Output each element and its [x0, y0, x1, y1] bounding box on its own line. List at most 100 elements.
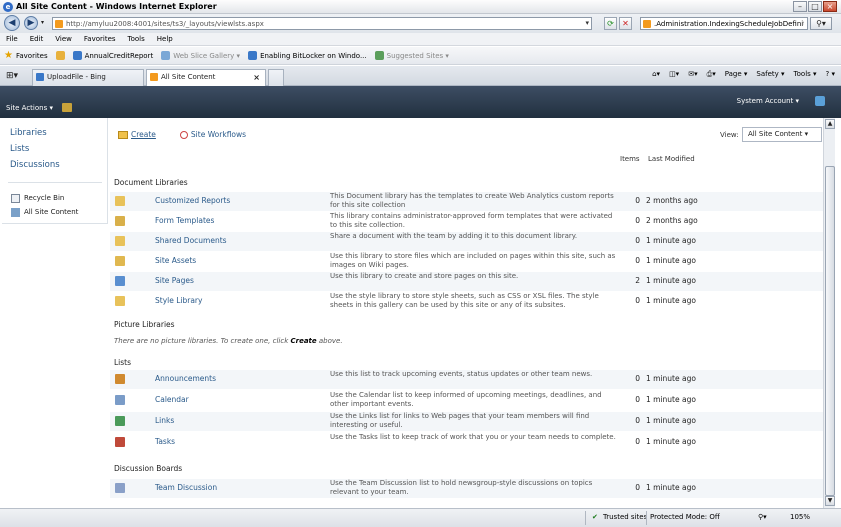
table-row[interactable]: Links Use the Links list for links to Web… [110, 412, 823, 431]
scroll-up-icon[interactable]: ▲ [825, 119, 835, 129]
refresh-icon[interactable]: ⟳ [604, 17, 617, 30]
mail-icon[interactable]: ✉▾ [688, 70, 697, 79]
section-lists: Lists [114, 358, 132, 367]
row-title-link[interactable]: Form Templates [155, 216, 214, 225]
feeds-icon[interactable]: ◫▾ [669, 70, 679, 79]
account-menu[interactable]: System Account ▾ [737, 97, 799, 105]
table-row[interactable]: Customized Reports This Document library … [110, 192, 823, 211]
safety-menu[interactable]: Safety ▾ [756, 70, 784, 79]
zoom-icon[interactable]: ⚲▾ [758, 513, 767, 521]
list-type-icon [115, 416, 125, 426]
nav-lists[interactable]: Lists [10, 144, 29, 154]
table-row[interactable]: Tasks Use the Tasks list to keep track of… [110, 433, 823, 452]
row-title-link[interactable]: Tasks [155, 437, 175, 446]
address-dropdown-icon[interactable]: ▾ [585, 19, 589, 27]
search-box[interactable]: .Administration.IndexingScheduleJobDefin… [640, 17, 808, 30]
zone-status[interactable]: Trusted sites [603, 513, 647, 521]
table-row[interactable]: Team Discussion Use the Team Discussion l… [110, 479, 823, 498]
table-row[interactable]: Site Assets Use this library to store fil… [110, 252, 823, 271]
favorite-item-1[interactable]: Web Slice Gallery ▾ [161, 51, 240, 60]
row-item-count: 0 [635, 437, 640, 446]
menu-view[interactable]: View [55, 35, 72, 43]
list-type-icon [115, 276, 125, 286]
row-title-link[interactable]: Announcements [155, 374, 216, 383]
table-row[interactable]: Site Pages Use this library to create and… [110, 272, 823, 291]
favorites-button[interactable]: ★ Favorites [4, 50, 48, 61]
column-last-modified[interactable]: Last Modified [648, 155, 695, 163]
table-row[interactable]: Form Templates This library contains admi… [110, 212, 823, 231]
tools-menu[interactable]: Tools ▾ [794, 70, 817, 79]
nav-discussions[interactable]: Discussions [10, 160, 60, 170]
menu-help[interactable]: Help [157, 35, 173, 43]
menu-favorites[interactable]: Favorites [84, 35, 116, 43]
view-selector[interactable]: All Site Content ▾ [742, 127, 822, 142]
favorites-label: Favorites [15, 51, 48, 60]
favorite-item-2[interactable]: Enabling BitLocker on Windo... [248, 51, 367, 60]
scroll-down-icon[interactable]: ▼ [825, 496, 835, 506]
row-item-count: 0 [635, 416, 640, 425]
forward-button[interactable]: ▶ [24, 16, 38, 30]
row-title-link[interactable]: Customized Reports [155, 196, 230, 205]
menu-edit[interactable]: Edit [30, 35, 44, 43]
menu-tools[interactable]: Tools [128, 35, 145, 43]
home-icon[interactable]: ⌂▾ [652, 70, 660, 79]
page-menu[interactable]: Page ▾ [725, 70, 748, 79]
tab-all-site-content[interactable]: All Site Content × [146, 69, 266, 86]
row-title-link[interactable]: Calendar [155, 395, 189, 404]
quick-tabs-icon[interactable]: ⊞▾ [6, 71, 18, 81]
help-menu[interactable]: ? ▾ [826, 70, 835, 79]
row-item-count: 0 [635, 395, 640, 404]
minimize-button[interactable]: – [793, 1, 807, 12]
quick-launch: Libraries Lists Discussions Recycle Bin … [2, 118, 108, 224]
row-title-link[interactable]: Site Pages [155, 276, 194, 285]
search-input[interactable]: .Administration.IndexingScheduleJobDefin… [654, 20, 804, 28]
row-description: Use the style library to store style she… [330, 292, 599, 309]
new-tab-button[interactable] [268, 69, 284, 86]
row-title-link[interactable]: Team Discussion [155, 483, 217, 492]
menu-file[interactable]: File [6, 35, 18, 43]
nav-recycle-bin[interactable]: Recycle Bin [24, 194, 64, 202]
favorite-item-3[interactable]: Suggested Sites ▾ [374, 51, 449, 60]
site-actions-menu[interactable]: Site Actions ▾ [6, 104, 53, 112]
favorite-item-label: Web Slice Gallery ▾ [173, 51, 241, 60]
address-url[interactable]: http://amyluu2008:4001/sites/ts3/_layout… [66, 20, 264, 28]
table-row[interactable]: Shared Documents Share a document with th… [110, 232, 823, 251]
stop-icon[interactable]: ✕ [619, 17, 632, 30]
row-last-modified: 2 months ago [646, 196, 698, 205]
history-dropdown-icon[interactable]: ▾ [41, 19, 44, 26]
column-items[interactable]: Items [620, 155, 640, 163]
protected-mode-status[interactable]: Protected Mode: Off [650, 513, 720, 521]
command-bar: ⌂▾ ◫▾ ✉▾ ⎙▾ Page ▾ Safety ▾ Tools ▾ ? ▾ [652, 70, 835, 79]
search-go-button[interactable]: ⚲▾ [810, 17, 832, 30]
create-inline-link[interactable]: Create [291, 337, 317, 345]
close-window-button[interactable]: × [823, 1, 837, 12]
table-row[interactable]: Style Library Use the style library to st… [110, 292, 823, 311]
back-button[interactable]: ◀ [4, 15, 20, 31]
list-type-icon [115, 483, 125, 493]
row-title-link[interactable]: Links [155, 416, 174, 425]
address-bar[interactable]: http://amyluu2008:4001/sites/ts3/_layout… [52, 17, 592, 30]
nav-all-site-content[interactable]: All Site Content [24, 208, 78, 216]
favorite-item-0[interactable]: AnnualCreditReport [72, 51, 153, 60]
zoom-level[interactable]: 105% [790, 513, 810, 521]
favorites-bar: ★ Favorites AnnualCreditReport Web Slice… [0, 47, 841, 65]
row-title-link[interactable]: Style Library [155, 296, 202, 305]
navigate-up-icon[interactable] [62, 103, 72, 112]
vertical-scrollbar[interactable]: ▲ ▼ [823, 118, 835, 508]
workflow-icon [179, 131, 188, 139]
table-row[interactable]: Announcements Use this list to track upco… [110, 370, 823, 389]
site-workflows-link[interactable]: Site Workflows [179, 130, 246, 139]
tab-uploadfile[interactable]: UploadFile - Bing [32, 69, 144, 86]
scroll-thumb[interactable] [825, 166, 835, 496]
table-row[interactable]: Calendar Use the Calendar list to keep in… [110, 391, 823, 410]
create-link[interactable]: Create [118, 130, 156, 139]
account-icon[interactable] [815, 96, 825, 106]
print-icon[interactable]: ⎙▾ [707, 70, 716, 79]
nav-libraries[interactable]: Libraries [10, 128, 47, 138]
maximize-button[interactable]: □ [808, 1, 822, 12]
row-title-link[interactable]: Site Assets [155, 256, 196, 265]
add-favorite-icon[interactable] [55, 51, 65, 60]
menu-bar: File Edit View Favorites Tools Help [0, 33, 841, 46]
close-tab-icon[interactable]: × [253, 70, 260, 85]
row-title-link[interactable]: Shared Documents [155, 236, 227, 245]
